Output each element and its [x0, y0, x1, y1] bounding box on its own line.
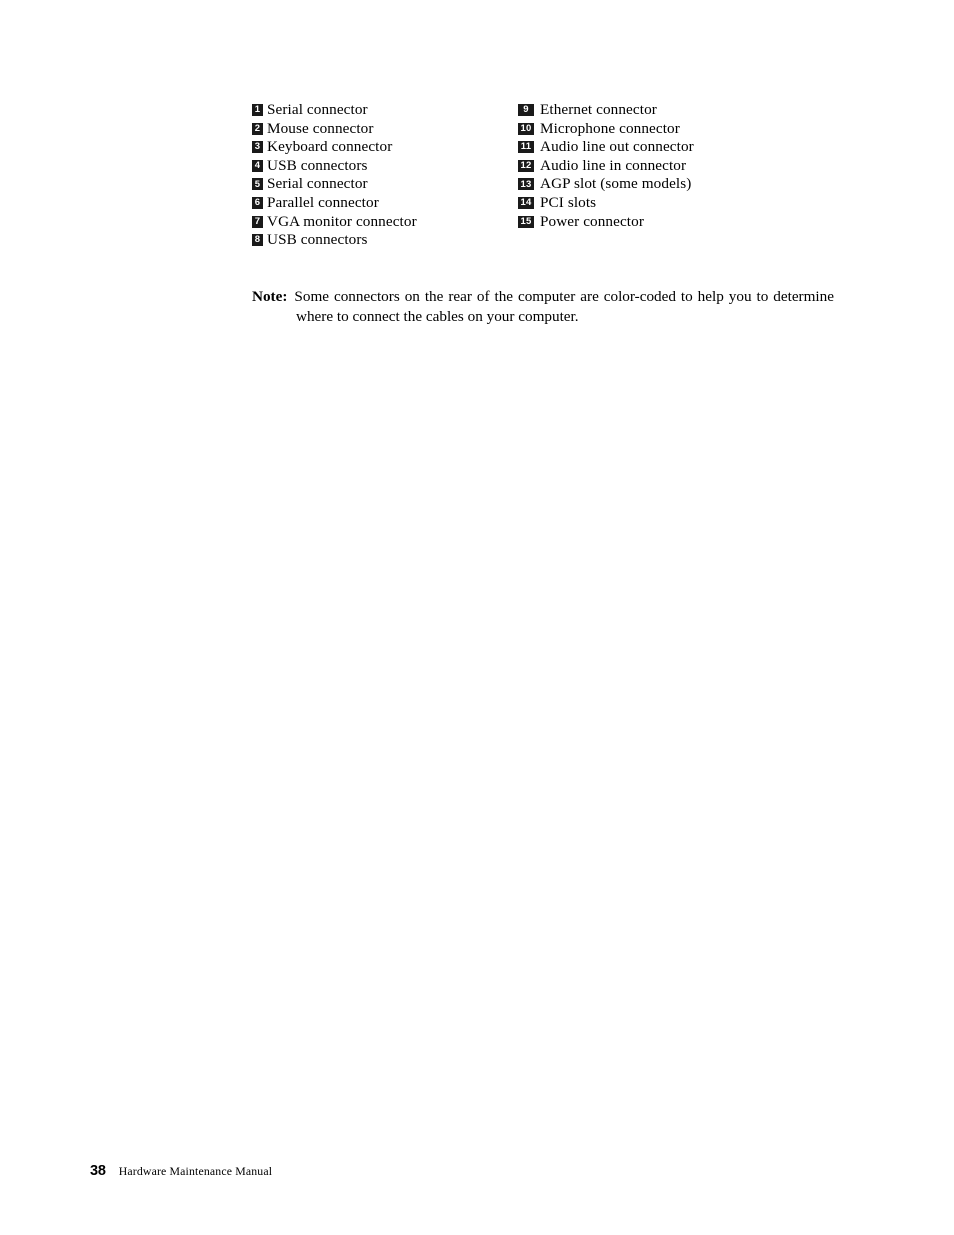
legend-item: 9 Ethernet connector: [518, 101, 838, 120]
legend-item: 8 USB connectors: [252, 231, 518, 250]
legend-column-right: 9 Ethernet connector 10 Microphone conne…: [518, 101, 838, 231]
legend-item-label: Parallel connector: [267, 193, 379, 211]
note-paragraph: Note: Some connectors on the rear of the …: [252, 287, 834, 326]
legend-item: 6 Parallel connector: [252, 194, 518, 213]
legend-item: 15 Power connector: [518, 213, 838, 232]
legend-item-label: Ethernet connector: [540, 101, 657, 118]
legend-item: 12 Audio line in connector: [518, 157, 838, 176]
callout-number-badge: 7: [252, 215, 263, 228]
legend-item-label: USB connectors: [267, 156, 368, 174]
legend-item-label: Mouse connector: [267, 119, 374, 137]
callout-number-badge: 1: [252, 104, 263, 116]
legend-item: 2 Mouse connector: [252, 120, 518, 139]
legend-item: 3 Keyboard connector: [252, 138, 518, 157]
legend-item-label: Audio line in connector: [540, 156, 687, 174]
legend-item: 11 Audio line out connector: [518, 138, 838, 157]
callout-number-badge: 4: [252, 159, 263, 172]
legend-column-left: 1 Serial connector 2 Mouse connector 3 K…: [252, 101, 518, 250]
callout-number-badge: 2: [252, 122, 263, 135]
legend-item-label: AGP slot (some models): [540, 175, 692, 193]
legend-item-label: PCI slots: [540, 193, 597, 211]
callout-number-badge: 15: [518, 215, 534, 228]
legend-item: 10 Microphone connector: [518, 120, 838, 139]
legend-item: 5 Serial connector: [252, 175, 518, 194]
legend-item-label: Serial connector: [267, 101, 368, 118]
note-text: Some connectors on the rear of the compu…: [294, 288, 834, 325]
legend-item-label: Microphone connector: [540, 119, 680, 137]
callout-number-badge: 11: [518, 141, 534, 154]
legend-item-label: Audio line out connector: [540, 138, 694, 156]
legend-item-label: Keyboard connector: [267, 138, 393, 156]
callout-number-badge: 6: [252, 196, 263, 209]
callout-number-badge: 10: [518, 122, 534, 135]
legend-item: 1 Serial connector: [252, 101, 518, 120]
legend-item-label: VGA monitor connector: [267, 212, 417, 230]
legend-item-label: Serial connector: [267, 175, 368, 193]
legend-item: 7 VGA monitor connector: [252, 213, 518, 232]
legend-item: 4 USB connectors: [252, 157, 518, 176]
callout-number-badge: 13: [518, 178, 534, 191]
legend-item: 13 AGP slot (some models): [518, 175, 838, 194]
callout-number-badge: 12: [518, 159, 534, 172]
legend-item-label: USB connectors: [267, 231, 368, 249]
page-footer: 38 Hardware Maintenance Manual: [90, 1163, 272, 1179]
note-block: Note: Some connectors on the rear of the …: [252, 287, 834, 326]
callout-number-badge: 8: [252, 234, 263, 247]
callout-number-badge: 14: [518, 196, 534, 209]
callout-number-badge: 9: [518, 104, 534, 116]
document-page: 1 Serial connector 2 Mouse connector 3 K…: [0, 0, 954, 1235]
legend-item: 14 PCI slots: [518, 194, 838, 213]
note-label: Note:: [252, 288, 288, 305]
connector-legend: 1 Serial connector 2 Mouse connector 3 K…: [252, 101, 892, 250]
callout-number-badge: 5: [252, 178, 263, 191]
callout-number-badge: 3: [252, 141, 263, 154]
footer-page-number: 38: [90, 1163, 106, 1179]
footer-document-title: Hardware Maintenance Manual: [118, 1164, 273, 1178]
legend-item-label: Power connector: [540, 212, 644, 230]
